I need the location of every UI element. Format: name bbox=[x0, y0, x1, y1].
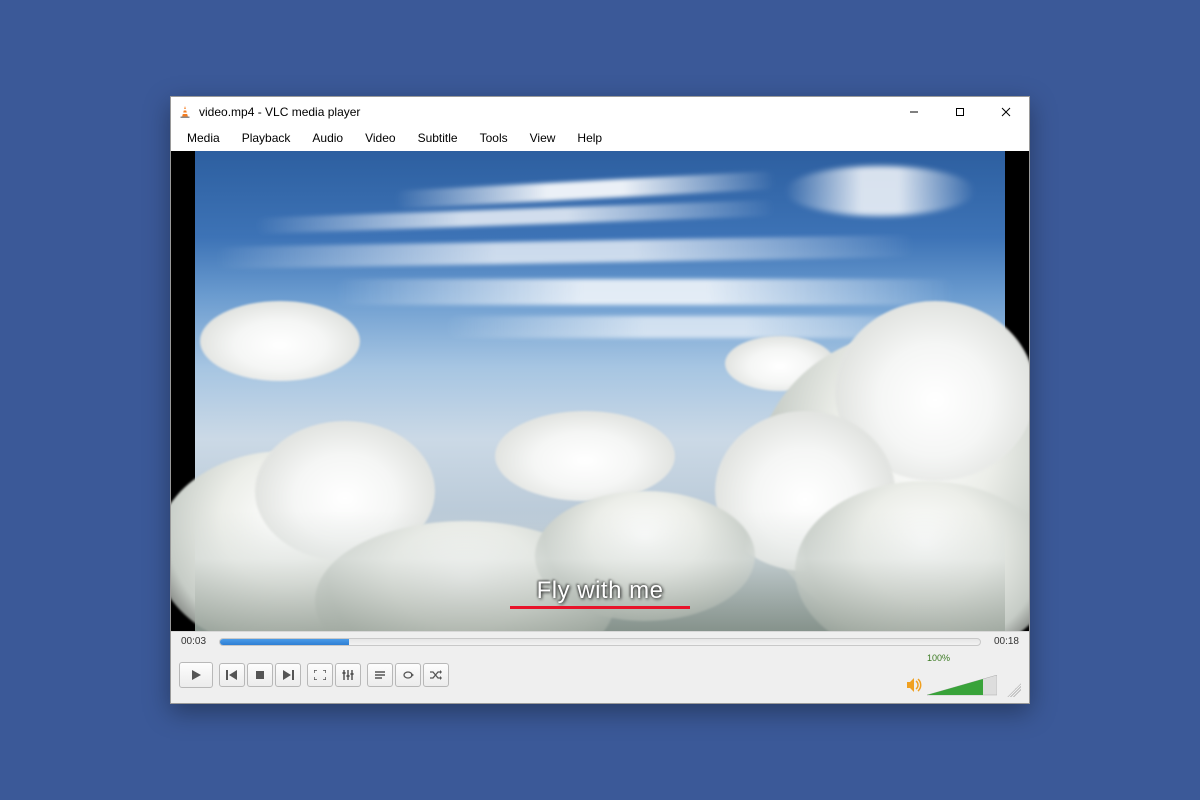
loop-button[interactable] bbox=[395, 663, 421, 687]
previous-button[interactable] bbox=[219, 663, 245, 687]
video-frame: Fly with me bbox=[195, 151, 1005, 631]
controls-row: 100% bbox=[171, 649, 1029, 703]
menubar: Media Playback Audio Video Subtitle Tool… bbox=[171, 127, 1029, 151]
minimize-button[interactable] bbox=[891, 97, 937, 127]
speaker-icon[interactable] bbox=[907, 678, 923, 695]
volume-percent: 100% bbox=[927, 653, 950, 663]
extended-settings-button[interactable] bbox=[335, 663, 361, 687]
menu-media[interactable]: Media bbox=[177, 129, 230, 147]
vlc-cone-icon bbox=[177, 104, 193, 120]
seek-fill bbox=[220, 639, 349, 645]
seek-row: 00:03 00:18 bbox=[171, 631, 1029, 649]
volume-control: 100% bbox=[907, 653, 997, 697]
time-total[interactable]: 00:18 bbox=[989, 636, 1019, 647]
playlist-group bbox=[367, 663, 449, 687]
vlc-window: video.mp4 - VLC media player Media Playb… bbox=[170, 96, 1030, 704]
volume-slider[interactable] bbox=[927, 675, 997, 697]
play-button[interactable] bbox=[179, 662, 213, 688]
close-button[interactable] bbox=[983, 97, 1029, 127]
transport-group bbox=[219, 663, 301, 687]
seek-slider[interactable] bbox=[219, 638, 981, 646]
shuffle-button[interactable] bbox=[423, 663, 449, 687]
menu-tools[interactable]: Tools bbox=[470, 129, 518, 147]
menu-subtitle[interactable]: Subtitle bbox=[408, 129, 468, 147]
playlist-button[interactable] bbox=[367, 663, 393, 687]
video-area[interactable]: Fly with me bbox=[171, 151, 1029, 631]
menu-help[interactable]: Help bbox=[567, 129, 612, 147]
next-button[interactable] bbox=[275, 663, 301, 687]
menu-playback[interactable]: Playback bbox=[232, 129, 301, 147]
subtitle-text: Fly with me bbox=[537, 577, 664, 605]
resize-grip-icon[interactable] bbox=[1007, 683, 1021, 697]
stop-button[interactable] bbox=[247, 663, 273, 687]
window-controls bbox=[891, 97, 1029, 127]
menu-view[interactable]: View bbox=[520, 129, 566, 147]
view-group bbox=[307, 663, 361, 687]
window-title: video.mp4 - VLC media player bbox=[199, 105, 360, 119]
menu-video[interactable]: Video bbox=[355, 129, 405, 147]
time-elapsed[interactable]: 00:03 bbox=[181, 636, 211, 647]
subtitle-underline bbox=[510, 606, 690, 609]
menu-audio[interactable]: Audio bbox=[302, 129, 353, 147]
maximize-button[interactable] bbox=[937, 97, 983, 127]
fullscreen-button[interactable] bbox=[307, 663, 333, 687]
titlebar[interactable]: video.mp4 - VLC media player bbox=[171, 97, 1029, 127]
